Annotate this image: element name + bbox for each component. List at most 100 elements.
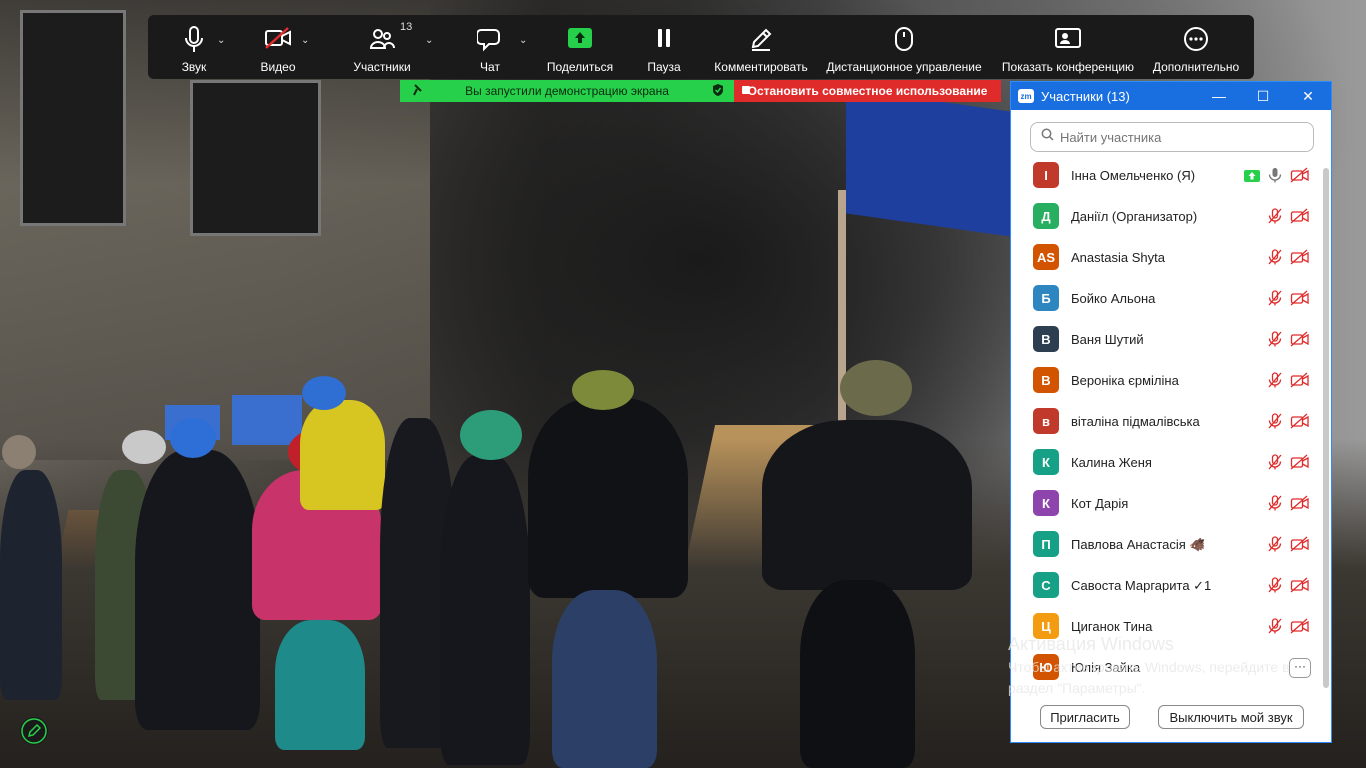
mic-muted-icon[interactable]: [1267, 577, 1283, 598]
helmet: [122, 430, 166, 464]
mic-muted-icon[interactable]: [1267, 290, 1283, 311]
participant-row[interactable]: в віталіна підмалівська: [1011, 401, 1321, 442]
sharing-indicator-icon: [1244, 169, 1260, 187]
participant-row[interactable]: В Ваня Шутий: [1011, 319, 1321, 360]
close-icon[interactable]: ✕: [1298, 86, 1318, 106]
camera-off-icon: [1290, 618, 1310, 639]
annotate-button[interactable]: Комментировать: [712, 15, 810, 79]
mic-muted-icon[interactable]: [1267, 454, 1283, 475]
participant-row[interactable]: К Калина Женя: [1011, 442, 1321, 483]
avatar: Б: [1033, 285, 1059, 311]
person: [552, 590, 657, 768]
invite-button[interactable]: Пригласить: [1040, 705, 1130, 729]
share-screen-button[interactable]: Поделиться: [543, 15, 617, 79]
microphone-icon: [184, 26, 204, 57]
person: [0, 470, 62, 700]
pause-share-button[interactable]: Пауза: [642, 15, 686, 79]
participant-search[interactable]: [1030, 122, 1314, 152]
scrollbar[interactable]: [1323, 168, 1329, 688]
helmet: [170, 418, 216, 458]
remote-control-button[interactable]: Дистанционное управление: [824, 15, 984, 79]
participant-row[interactable]: С Савоста Маргарита ✓1: [1011, 565, 1321, 606]
camera-off-icon: [1290, 290, 1310, 311]
shield-icon: [712, 83, 724, 100]
mic-muted-icon[interactable]: [1267, 495, 1283, 516]
participant-name: Anastasia Shyta: [1071, 250, 1165, 265]
avatar: в: [1033, 408, 1059, 434]
annotate-pencil-icon: [748, 26, 774, 55]
meeting-toolbar: Звук ⌄ Видео ⌄ Участники 13 ⌄ Чат ⌄ Поде…: [148, 15, 1254, 79]
participants-chevron-down-icon[interactable]: ⌄: [425, 35, 433, 46]
chat-chevron-down-icon[interactable]: ⌄: [519, 35, 527, 46]
camera-off-icon: [1290, 167, 1310, 188]
more-label: Дополнительно: [1152, 60, 1240, 74]
camera-off-icon: [1290, 413, 1310, 434]
person: [275, 620, 365, 750]
zoom-logo-icon: zm: [1018, 89, 1034, 103]
camera-off-icon: [1290, 331, 1310, 352]
video-chevron-down-icon[interactable]: ⌄: [301, 35, 309, 46]
minimize-icon[interactable]: —: [1209, 86, 1229, 106]
participant-row[interactable]: Д Даніїл (Организатор): [1011, 196, 1321, 237]
participant-row[interactable]: В Вероніка єрміліна: [1011, 360, 1321, 401]
mic-muted-icon[interactable]: [1267, 618, 1283, 639]
more-button[interactable]: Дополнительно: [1150, 15, 1242, 79]
participant-row[interactable]: AS Anastasia Shyta: [1011, 237, 1321, 278]
audio-button[interactable]: Звук: [168, 15, 220, 79]
more-icon: [1183, 26, 1209, 55]
panel-titlebar: zm Участники (13) — ☐ ✕: [1011, 82, 1331, 110]
camera-off-icon: [1290, 577, 1310, 598]
mic-muted-icon[interactable]: [1267, 413, 1283, 434]
video-label: Видео: [260, 60, 296, 74]
mouse-icon: [894, 26, 914, 55]
search-input[interactable]: [1058, 128, 1302, 146]
mic-muted-icon[interactable]: [1267, 372, 1283, 393]
participant-row[interactable]: І Інна Омельченко (Я): [1011, 155, 1321, 196]
avatar: І: [1033, 162, 1059, 188]
annotate-label: Комментировать: [714, 60, 808, 74]
camera-off-icon: [1290, 454, 1310, 475]
helmet: [460, 410, 522, 460]
microphone-icon[interactable]: [1267, 167, 1283, 188]
participant-row[interactable]: К Кот Дарія: [1011, 483, 1321, 524]
camera-off-icon: [1290, 495, 1310, 516]
show-meeting-icon: [1054, 26, 1082, 53]
participant-list: І Інна Омельченко (Я) Д Даніїл (Организатор…: [1011, 155, 1321, 688]
show-meeting-label: Показать конференцию: [1001, 60, 1135, 74]
video-button[interactable]: Видео: [253, 15, 303, 79]
person: [135, 450, 260, 730]
activation-watermark-title: Активация Windows: [1008, 634, 1174, 654]
avatar: Д: [1033, 203, 1059, 229]
person: [528, 398, 688, 598]
camera-off-icon: [1290, 208, 1310, 229]
mic-muted-icon[interactable]: [1267, 331, 1283, 352]
flag: [846, 88, 1011, 237]
participant-name: Даніїл (Организатор): [1071, 209, 1198, 224]
stop-icon: [742, 86, 750, 94]
mute-self-button[interactable]: Выключить мой звук: [1158, 705, 1304, 729]
participants-icon: [369, 26, 395, 55]
annotation-floating-button[interactable]: [20, 717, 48, 745]
participant-row[interactable]: Б Бойко Альона: [1011, 278, 1321, 319]
mic-muted-icon[interactable]: [1267, 536, 1283, 557]
helmet: [302, 376, 346, 410]
share-screen-icon: [567, 26, 593, 53]
camera-off-icon: [1290, 372, 1310, 393]
avatar: AS: [1033, 244, 1059, 270]
show-meeting-button[interactable]: Показать конференцию: [1000, 15, 1136, 79]
stop-share-button[interactable]: Остановить совместное использование: [734, 80, 1001, 102]
activation-watermark-text: Чтобы активировать Windows, перейдите в …: [1008, 659, 1290, 696]
sharing-status-text: Вы запустили демонстрацию экрана: [465, 84, 669, 98]
chat-label: Чат: [480, 60, 500, 74]
pause-label: Пауза: [647, 60, 681, 74]
audio-chevron-down-icon[interactable]: ⌄: [217, 35, 225, 46]
participants-label: Участники: [353, 60, 411, 74]
maximize-icon[interactable]: ☐: [1253, 86, 1273, 106]
participant-row[interactable]: П Павлова Анастасія 🐗: [1011, 524, 1321, 565]
chat-button[interactable]: Чат: [470, 15, 510, 79]
mic-muted-icon[interactable]: [1267, 249, 1283, 270]
mic-muted-icon[interactable]: [1267, 208, 1283, 229]
pin-icon[interactable]: [412, 83, 424, 100]
helmet: [2, 435, 36, 469]
avatar: В: [1033, 326, 1059, 352]
